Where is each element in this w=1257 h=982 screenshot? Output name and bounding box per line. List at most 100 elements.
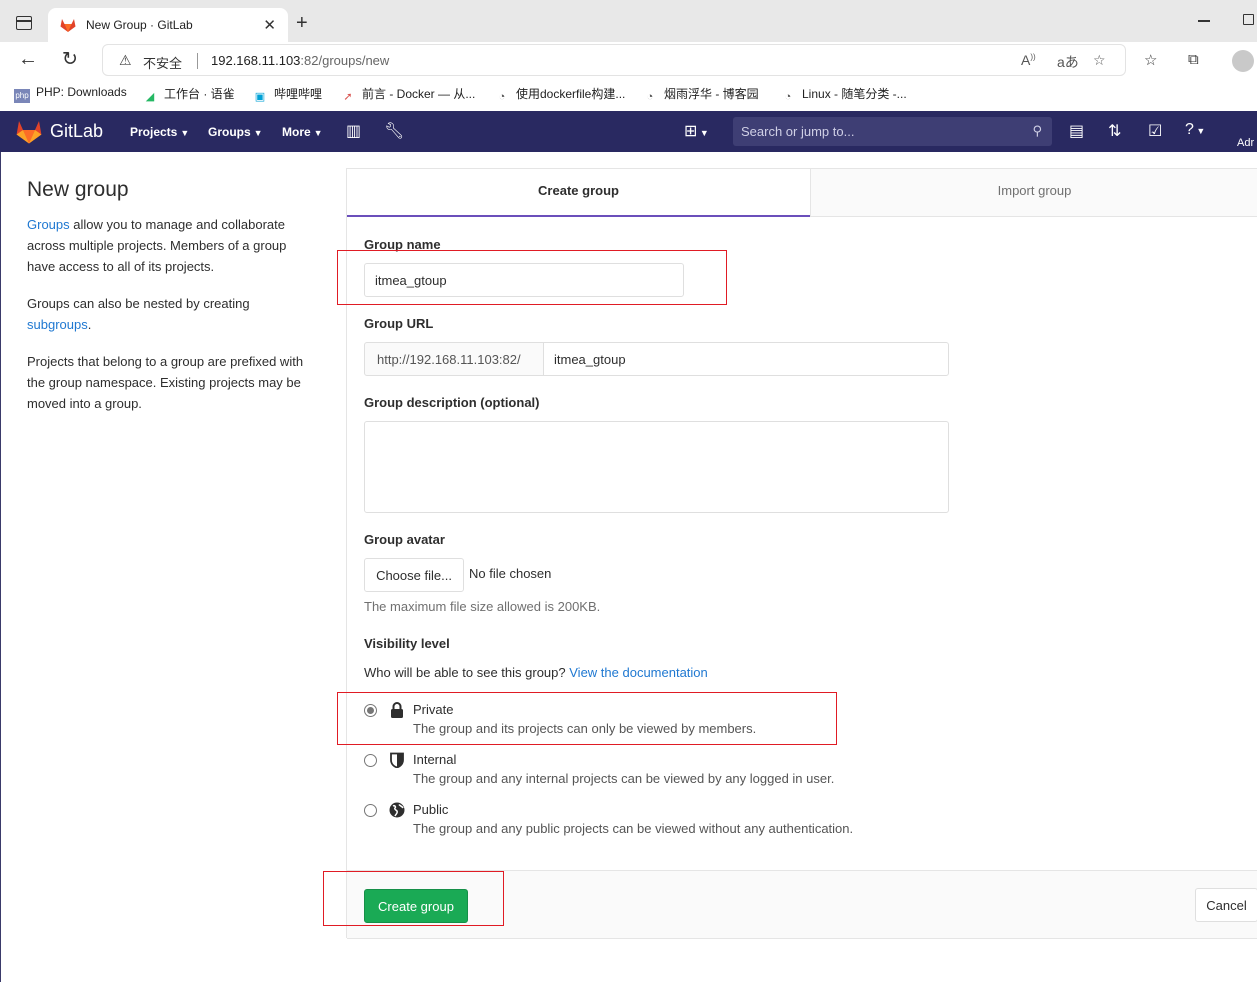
- groups-link[interactable]: Groups: [27, 217, 70, 232]
- gitlab-favicon-icon: [60, 19, 76, 32]
- user-avatar[interactable]: Adr: [1237, 137, 1254, 149]
- annotation-private: [337, 692, 837, 745]
- gitlab-logo-icon[interactable]: [16, 120, 42, 144]
- visibility-public-desc: The group and any public projects can be…: [413, 821, 854, 836]
- new-tab-icon[interactable]: +: [296, 12, 308, 35]
- warning-icon[interactable]: ⚠: [119, 52, 132, 69]
- browser-tab-bar: New Group · GitLab ✕ +: [0, 0, 1257, 42]
- tab-actions-icon[interactable]: [16, 16, 32, 30]
- nav-projects-label: Projects: [130, 125, 178, 139]
- new-plus-icon[interactable]: ⊞ ▼: [684, 121, 709, 141]
- bookmark-label: Linux - 随笔分类 -...: [802, 87, 907, 101]
- visibility-question-text: Who will be able to see this group?: [364, 665, 566, 680]
- nav-more[interactable]: More ▼: [282, 125, 323, 139]
- tab-create-group[interactable]: Create group: [347, 169, 810, 217]
- gitlab-navbar: GitLab Projects ▼ Groups ▼ More ▼ ▥ 🔧︎ ⊞ ▼ …: [0, 111, 1257, 152]
- reload-icon[interactable]: ↻: [62, 48, 78, 71]
- choose-file-button[interactable]: Choose file...: [364, 558, 464, 592]
- page-sidebar: New group Groups allow you to manage and…: [27, 178, 317, 430]
- help-icon[interactable]: ? ▼: [1185, 121, 1205, 139]
- bookmark-label: 工作台 · 语雀: [164, 87, 235, 101]
- gitlab-brand[interactable]: GitLab: [50, 121, 103, 142]
- chevron-down-icon: ▼: [180, 128, 190, 138]
- url-text[interactable]: 192.168.11.103:82/groups/new: [211, 53, 389, 68]
- nav-groups-label: Groups: [208, 125, 251, 139]
- minimize-icon[interactable]: [1198, 20, 1210, 22]
- nav-groups[interactable]: Groups ▼: [208, 125, 263, 139]
- read-aloud-icon[interactable]: A)): [1021, 52, 1036, 68]
- search-input[interactable]: [733, 117, 1023, 146]
- nav-more-label: More: [282, 125, 311, 139]
- group-description-textarea[interactable]: [364, 421, 949, 513]
- bookmark-php[interactable]: php PHP: Downloads: [14, 85, 127, 103]
- bookmark-docker[interactable]: ➚ 前言 - Docker — 从...: [340, 85, 475, 104]
- back-icon[interactable]: ←: [18, 48, 38, 71]
- cnblogs-icon: ◔: [646, 91, 654, 103]
- bookmark-bilibili[interactable]: ▣ 哔哩哔哩: [252, 85, 322, 104]
- nav-projects[interactable]: Projects ▼: [130, 125, 189, 139]
- bookmarks-bar: php PHP: Downloads ◢ 工作台 · 语雀 ▣ 哔哩哔哩 ➚ 前言 - …: [0, 78, 1257, 111]
- activity-chart-icon[interactable]: ▥: [346, 121, 361, 141]
- group-url-label: Group URL: [364, 316, 434, 331]
- address-separator: [197, 53, 198, 69]
- php-icon: php: [14, 89, 30, 103]
- favorite-add-icon[interactable]: ☆: [1093, 52, 1106, 69]
- visibility-label: Visibility level: [364, 636, 450, 651]
- nesting-text: Groups can also be nested by creating: [27, 296, 250, 311]
- namespace-description: Projects that belong to a group are pref…: [27, 354, 304, 411]
- bookmark-label: 烟雨浮华 - 博客园: [664, 87, 759, 101]
- subgroups-link[interactable]: subgroups: [27, 317, 88, 332]
- bookmark-yuque[interactable]: ◢ 工作台 · 语雀: [142, 85, 235, 104]
- visibility-public-radio[interactable]: [364, 804, 377, 817]
- annotation-create-button: [323, 871, 504, 926]
- maximize-icon[interactable]: [1243, 14, 1254, 25]
- groups-description: Groups allow you to manage and collabora…: [27, 214, 317, 277]
- tab-import-group[interactable]: Import group: [810, 169, 1257, 217]
- collections-icon[interactable]: ⧉: [1188, 51, 1199, 68]
- search-box[interactable]: ⚲: [733, 117, 1052, 146]
- chevron-down-icon: ▼: [313, 128, 323, 138]
- bookmark-linux[interactable]: ◔ Linux - 随笔分类 -...: [780, 85, 907, 104]
- favorites-icon[interactable]: ☆: [1144, 51, 1157, 69]
- address-row: ← ↻ ⚠ 不安全 192.168.11.103:82/groups/new A…: [0, 42, 1257, 78]
- merge-requests-icon[interactable]: ⇅: [1108, 121, 1121, 141]
- issues-icon[interactable]: ▤: [1069, 121, 1084, 141]
- todos-icon[interactable]: ☑: [1148, 121, 1162, 141]
- group-tabs: Create group Import group: [347, 169, 1257, 217]
- browser-tab[interactable]: New Group · GitLab ✕: [48, 8, 288, 42]
- admin-wrench-icon[interactable]: 🔧︎: [384, 121, 404, 141]
- rocket-icon: ➚: [343, 91, 353, 103]
- visibility-internal-radio[interactable]: [364, 754, 377, 767]
- max-size-hint: The maximum file size allowed is 200KB.: [364, 599, 601, 614]
- visibility-internal-title: Internal: [413, 752, 457, 767]
- address-bar[interactable]: ⚠ 不安全 192.168.11.103:82/groups/new A)) a…: [102, 44, 1126, 76]
- search-icon[interactable]: ⚲: [1032, 123, 1042, 139]
- insecure-label[interactable]: 不安全: [143, 53, 182, 72]
- group-avatar-label: Group avatar: [364, 532, 445, 547]
- annotation-group-name: [337, 250, 727, 305]
- nesting-description: Groups can also be nested by creating su…: [27, 293, 317, 335]
- close-tab-icon[interactable]: ✕: [263, 16, 276, 34]
- bilibili-icon: ▣: [254, 91, 266, 103]
- tab-title: New Group · GitLab: [86, 18, 193, 32]
- page-title: New group: [27, 178, 129, 201]
- cancel-button[interactable]: Cancel: [1195, 888, 1257, 922]
- bookmark-label: 使用dockerfile构建...: [516, 87, 626, 101]
- bookmark-blog[interactable]: ◔ 烟雨浮华 - 博客园: [642, 85, 759, 104]
- group-path-input[interactable]: itmea_gtoup: [543, 342, 949, 376]
- cnblogs-icon: ◔: [498, 91, 506, 103]
- bookmark-dockerfile[interactable]: ◔ 使用dockerfile构建...: [494, 85, 626, 104]
- group-url-prefix: http://192.168.11.103:82/: [364, 342, 544, 376]
- url-host: 192.168.11.103: [211, 53, 301, 68]
- bookmark-label: 前言 - Docker — 从...: [362, 87, 476, 101]
- documentation-link[interactable]: View the documentation: [569, 665, 708, 680]
- globe-icon: [389, 802, 405, 818]
- url-path: :82/groups/new: [300, 53, 390, 68]
- nesting-end: .: [87, 317, 92, 332]
- visibility-question: Who will be able to see this group? View…: [364, 665, 708, 680]
- no-file-text: No file chosen: [469, 566, 552, 581]
- translate-icon[interactable]: aあ: [1057, 52, 1079, 72]
- chevron-down-icon: ▼: [253, 128, 263, 138]
- profile-avatar[interactable]: [1232, 50, 1254, 72]
- yuque-icon: ◢: [145, 91, 155, 103]
